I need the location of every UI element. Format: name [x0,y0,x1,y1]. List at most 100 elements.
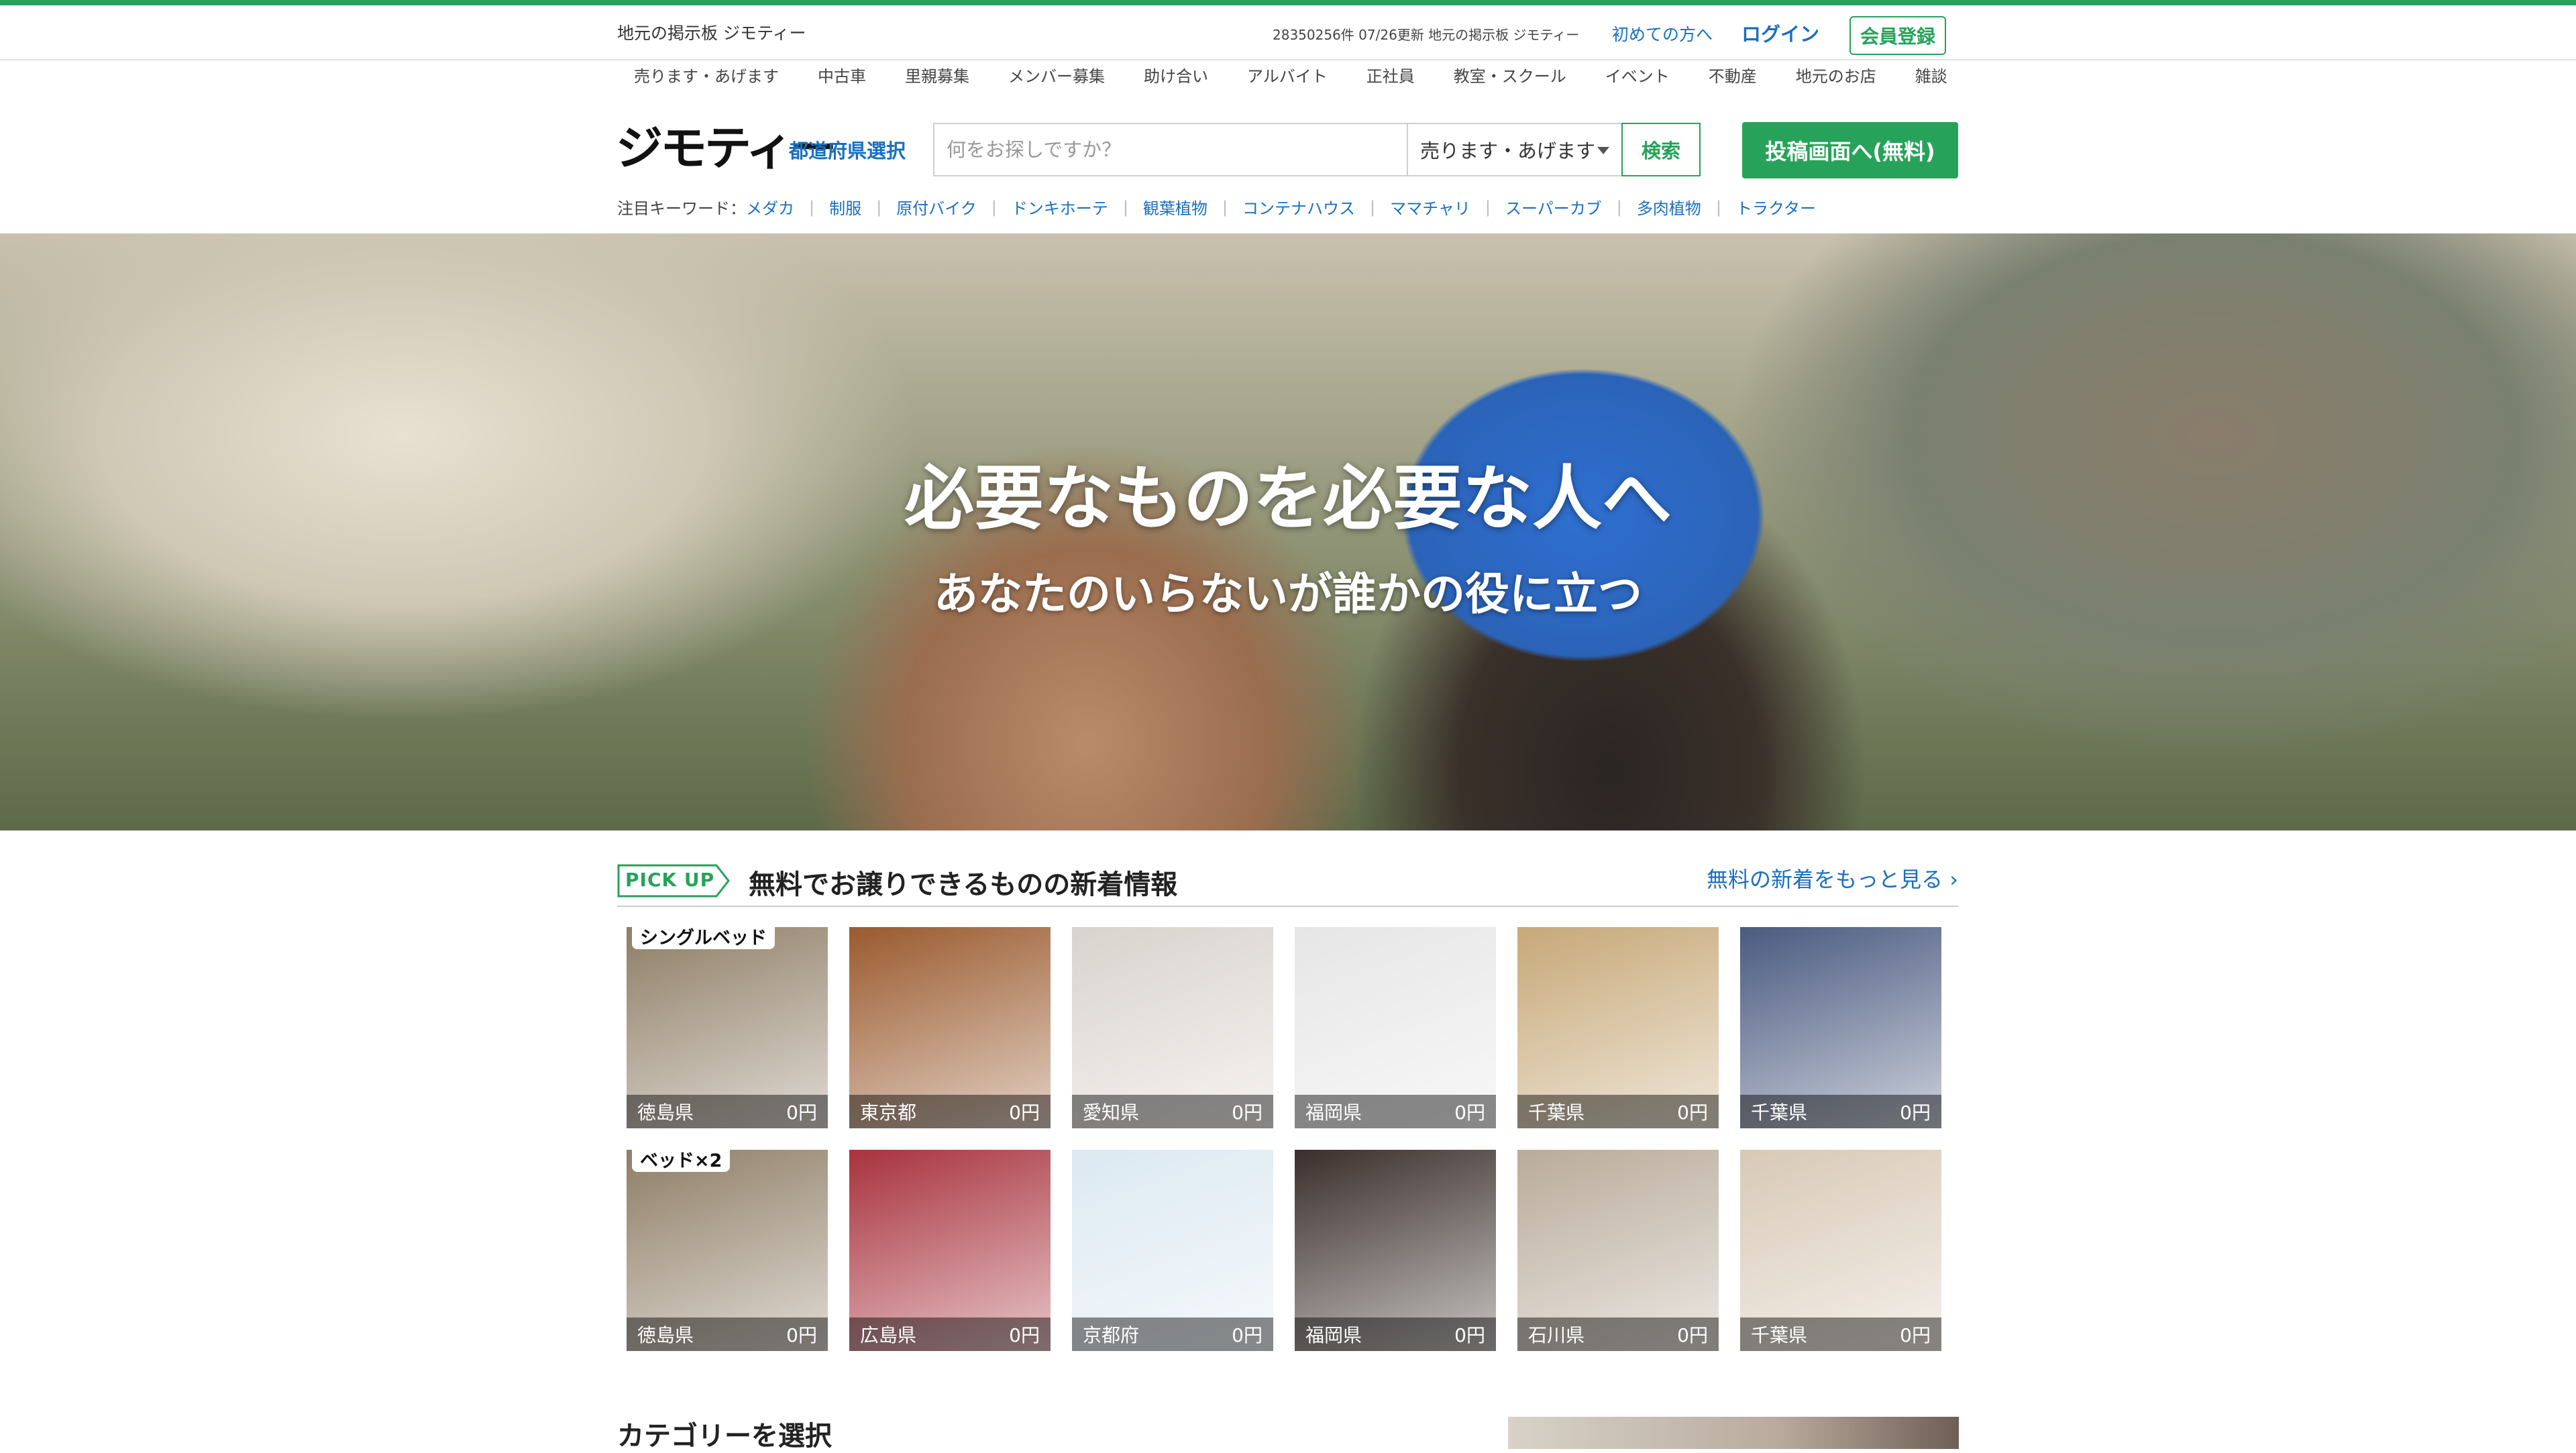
item-footer: 千葉県 0円 [1740,1095,1941,1128]
first-time-link[interactable]: 初めての方へ [1612,21,1713,46]
item-footer: 石川県 0円 [1517,1317,1719,1351]
item-prefecture: 愛知県 [1083,1101,1140,1124]
keyword-link[interactable]: トラクター [1736,195,1816,219]
item-price: 0円 [1454,1101,1485,1124]
item-price: 0円 [786,1101,817,1124]
listing-count: 28350256件 07/26更新 地元の掲示板 ジモティー [1273,27,1580,43]
item-prefecture: 千葉県 [1751,1101,1808,1124]
keyword-link[interactable]: コンテナハウス [1242,195,1355,219]
item-card[interactable]: ベッド×2 徳島県 0円 [627,1150,828,1351]
search-category-select[interactable]: 売ります・あげます [1407,123,1623,176]
item-card[interactable]: 東京都 0円 [849,927,1051,1128]
keyword-link[interactable]: 原付バイク [896,195,977,219]
item-footer: 東京都 0円 [849,1095,1051,1128]
keyword-link[interactable]: 観葉植物 [1143,195,1208,219]
item-prefecture: 石川県 [1528,1324,1585,1346]
item-price: 0円 [1677,1101,1708,1124]
search-category-value: 売ります・あげます [1420,140,1596,162]
search-button[interactable]: 検索 [1621,123,1701,176]
item-footer: 広島県 0円 [849,1317,1051,1351]
keyword-link[interactable]: ドンキホーテ [1012,195,1108,219]
pickup-badge: PICK UP [617,864,731,898]
item-tag: シングルベッド [632,927,775,949]
category-nav-item[interactable]: 地元のお店 [1796,63,1876,93]
category-nav-item[interactable]: 雑談 [1915,63,1947,93]
item-footer: 徳島県 0円 [627,1095,828,1128]
item-price: 0円 [1454,1324,1485,1346]
item-card[interactable]: 愛知県 0円 [1072,927,1273,1128]
item-price: 0円 [1232,1101,1263,1124]
item-tag: ベッド×2 [632,1150,731,1172]
caret-down-icon [1597,147,1609,154]
top-accent-bar [0,0,2576,5]
keyword-separator: | [1485,197,1491,217]
pickup-header: PICK UP 無料でお譲りできるものの新着情報 無料の新着をもっと見る › [617,863,1958,907]
item-prefecture: 福岡県 [1305,1324,1362,1346]
item-card[interactable]: 京都府 0円 [1072,1150,1273,1351]
keyword-separator: | [1122,197,1128,217]
register-button[interactable]: 会員登録 [1849,16,1946,55]
keyword-link[interactable]: 制服 [829,195,861,219]
item-prefecture: 京都府 [1083,1324,1140,1346]
keyword-separator: | [1715,197,1721,217]
utility-header: 地元の掲示板 ジモティー 28350256件 07/26更新 地元の掲示板 ジモ… [0,5,2576,60]
item-card[interactable]: 千葉県 0円 [1740,1150,1941,1351]
category-nav-item[interactable]: 正社員 [1366,63,1415,93]
login-link[interactable]: ログイン [1741,19,1819,47]
keywords-label: 注目キーワード： [617,199,746,218]
keyword-separator: | [876,197,882,217]
item-prefecture: 福岡県 [1305,1101,1362,1124]
pickup-badge-label: PICK UP [625,868,715,891]
item-prefecture: 東京都 [860,1101,917,1124]
item-card[interactable]: 福岡県 0円 [1295,1150,1496,1351]
item-card[interactable]: 千葉県 0円 [1517,927,1719,1128]
item-prefecture: 千葉県 [1528,1101,1585,1124]
item-card[interactable]: 石川県 0円 [1517,1150,1719,1351]
search-field[interactable] [933,123,1408,176]
hero-title: 必要なものを必要な人へ [904,458,1672,539]
hero-subtitle: あなたのいらないが誰かの役に立つ [934,568,1642,620]
category-nav-item[interactable]: 不動産 [1709,63,1757,93]
trending-keywords: 注目キーワード： メダカ | 制服 | 原付バイク | ドンキホーテ | 観葉植… [617,195,1816,219]
keyword-link[interactable]: 多肉植物 [1637,195,1701,219]
category-nav-item[interactable]: イベント [1605,63,1670,93]
item-prefecture: 広島県 [860,1324,917,1346]
pickup-title: 無料でお譲りできるものの新着情報 [749,869,1178,900]
keyword-separator: | [809,197,815,217]
category-nav-item[interactable]: 里親募集 [905,63,969,93]
category-nav-item[interactable]: アルバイト [1247,63,1328,93]
item-price: 0円 [1232,1324,1263,1346]
keyword-link[interactable]: スーパーカブ [1505,195,1602,219]
category-nav-item[interactable]: 中古車 [818,63,866,93]
keyword-link[interactable]: メダカ [746,195,794,219]
item-card[interactable]: 福岡県 0円 [1295,927,1496,1128]
hero-banner: 必要なものを必要な人へ あなたのいらないが誰かの役に立つ [0,233,2576,830]
item-card[interactable]: 広島県 0円 [849,1150,1051,1351]
keyword-separator: | [1222,197,1228,217]
item-prefecture: 徳島県 [637,1101,694,1124]
item-footer: 愛知県 0円 [1072,1095,1273,1128]
category-nav-item[interactable]: メンバー募集 [1008,63,1105,93]
keyword-separator: | [1616,197,1622,217]
keyword-separator: | [991,197,997,217]
item-price: 0円 [1009,1324,1040,1346]
search-input[interactable] [934,138,1407,161]
prefecture-select-link[interactable]: 都道府県選択 [789,136,906,164]
post-button[interactable]: 投稿画面へ(無料) [1742,122,1958,178]
side-banner-image[interactable] [1508,1417,1959,1449]
keyword-separator: | [1370,197,1376,217]
item-footer: 京都府 0円 [1072,1317,1273,1351]
item-card[interactable]: 千葉県 0円 [1740,927,1941,1128]
item-footer: 徳島県 0円 [627,1317,828,1351]
category-nav-item[interactable]: 助け合い [1144,63,1208,93]
category-nav-item[interactable]: 教室・スクール [1454,63,1566,93]
item-prefecture: 徳島県 [637,1324,694,1346]
category-nav-item[interactable]: 売ります・あげます [634,63,779,93]
item-card[interactable]: シングルベッド徳島県 0円 [627,927,828,1128]
item-footer: 福岡県 0円 [1295,1095,1496,1128]
item-prefecture: 千葉県 [1751,1324,1808,1346]
pickup-more-link[interactable]: 無料の新着をもっと見る › [1707,863,1958,894]
category-nav: 売ります・あげます 中古車 里親募集 メンバー募集 助け合い アルバイト 正社員… [617,63,1967,93]
keyword-link[interactable]: ママチャリ [1390,195,1470,219]
site-tagline: 地元の掲示板 ジモティー [617,23,806,43]
